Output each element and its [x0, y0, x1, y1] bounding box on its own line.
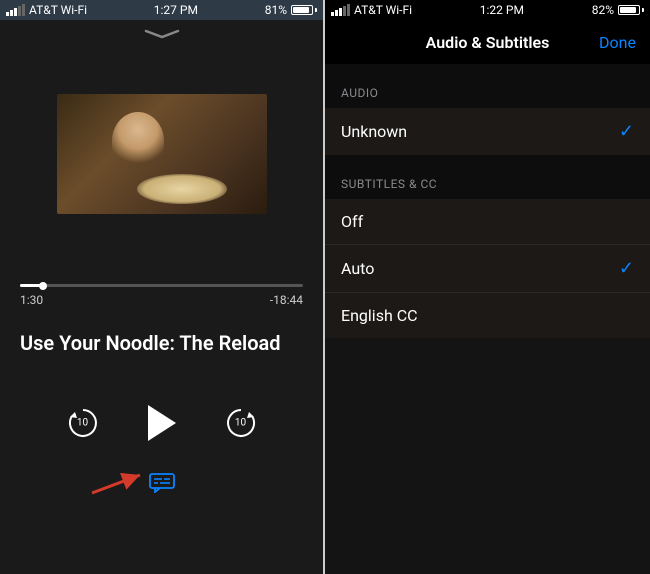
scrubber-knob[interactable] [39, 282, 47, 290]
video-title: Use Your Noodle: The Reload [20, 331, 303, 355]
subtitles-option-english-cc[interactable]: English CC [325, 293, 650, 338]
subtitles-icon[interactable] [149, 473, 175, 493]
battery-pct: 82% [592, 3, 614, 17]
play-button[interactable] [148, 405, 176, 441]
checkmark-icon: ✓ [619, 121, 634, 142]
subtitles-settings-screen: AT&T Wi-Fi 1:22 PM 82% Audio & Subtitles… [325, 0, 650, 574]
nav-bar: Audio & Subtitles Done [325, 20, 650, 64]
skip-fwd-seconds: 10 [235, 418, 246, 429]
scrubber[interactable]: 1:30 -18:44 [20, 284, 303, 307]
skip-forward-button[interactable]: 10 [224, 406, 258, 440]
time-remaining: -18:44 [270, 293, 303, 307]
audio-option-row[interactable]: Unknown ✓ [325, 108, 650, 155]
battery-fill [620, 7, 636, 13]
checkmark-icon: ✓ [619, 258, 634, 279]
subtitles-option-off[interactable]: Off [325, 199, 650, 245]
audio-option-label: Unknown [341, 122, 407, 141]
subtitles-option-auto[interactable]: Auto ✓ [325, 245, 650, 293]
player-screen: AT&T Wi-Fi 1:27 PM 81% 1:30 -18:44 [0, 0, 325, 574]
clock: 1:27 PM [154, 3, 198, 17]
subtitles-option-label: Auto [341, 259, 374, 278]
battery-fill [293, 7, 309, 13]
subtitles-option-label: English CC [341, 306, 418, 325]
status-bar: AT&T Wi-Fi 1:27 PM 81% [0, 0, 323, 20]
skip-back-seconds: 10 [77, 418, 88, 429]
drag-handle[interactable] [0, 20, 323, 44]
battery-pct: 81% [265, 3, 287, 17]
carrier-label: AT&T Wi-Fi [354, 3, 412, 17]
audio-section-header: AUDIO [325, 64, 650, 108]
done-button[interactable]: Done [599, 33, 636, 52]
battery-icon [618, 5, 644, 15]
skip-back-button[interactable]: 10 [66, 406, 100, 440]
annotation-arrow [90, 467, 150, 497]
signal-icon [6, 4, 25, 16]
signal-icon [331, 4, 350, 16]
battery-icon [291, 5, 317, 15]
subtitles-section-header: SUBTITLES & CC [325, 155, 650, 199]
clock: 1:22 PM [480, 3, 524, 17]
status-bar: AT&T Wi-Fi 1:22 PM 82% [325, 0, 650, 20]
video-thumbnail[interactable] [57, 94, 267, 214]
audio-section: AUDIO Unknown ✓ [325, 64, 650, 155]
subtitles-section: SUBTITLES & CC Off Auto ✓ English CC [325, 155, 650, 338]
nav-title: Audio & Subtitles [426, 33, 550, 52]
time-elapsed: 1:30 [20, 293, 43, 307]
carrier-label: AT&T Wi-Fi [29, 3, 87, 17]
subtitles-option-label: Off [341, 212, 363, 231]
